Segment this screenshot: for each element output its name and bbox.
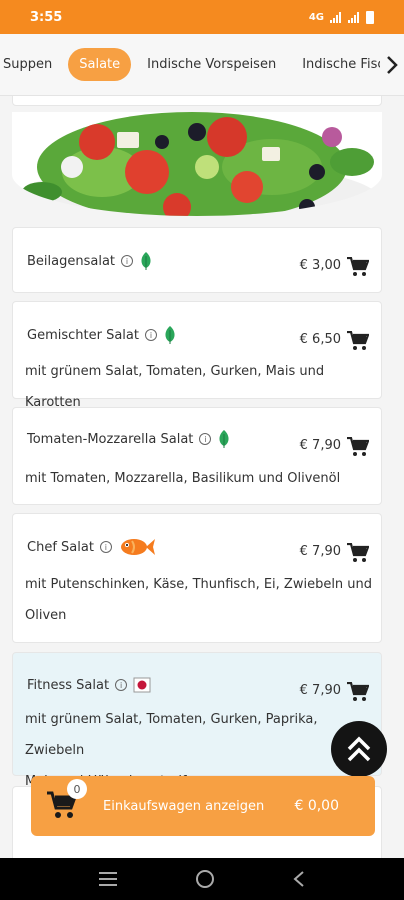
system-nav-bar xyxy=(0,858,404,900)
item-name: Chef Salat i xyxy=(27,536,156,558)
chevron-right-icon[interactable] xyxy=(380,34,404,95)
tab-indische-vorspeisen[interactable]: Indische Vorspeisen xyxy=(137,50,286,79)
double-chevron-up-icon xyxy=(347,736,371,762)
previous-card xyxy=(12,96,382,106)
item-name: Tomaten-Mozzarella Salat i xyxy=(27,430,231,448)
status-icons: 4G xyxy=(308,10,374,24)
item-price: € 3,00 xyxy=(299,258,341,273)
item-description-line: mit Tomaten, Mozzarella, Basilikum und O… xyxy=(25,471,341,486)
info-icon[interactable]: i xyxy=(99,541,112,553)
item-name-label: Gemischter Salat xyxy=(27,327,139,343)
item-price: € 7,90 xyxy=(299,438,341,453)
item-description: mit Putenschinken, Käse, Thunfisch, Ei, … xyxy=(25,569,375,631)
add-to-cart-icon[interactable] xyxy=(347,257,369,277)
item-name-label: Tomaten-Mozzarella Salat xyxy=(27,431,194,447)
leaf-icon xyxy=(141,252,151,270)
status-bar: 3:55 4G xyxy=(0,0,404,34)
menu-icon[interactable] xyxy=(98,871,118,887)
item-name: Beilagensalat i xyxy=(27,252,153,270)
item-description-line: mit Putenschinken, Käse, Thunfisch, Ei, … xyxy=(25,577,373,592)
info-icon[interactable]: i xyxy=(199,433,212,445)
item-name: Fitness Salat i xyxy=(27,677,151,693)
status-time: 3:55 xyxy=(30,9,63,25)
info-icon[interactable]: i xyxy=(121,255,134,267)
scroll-to-top-button[interactable] xyxy=(331,721,387,777)
item-description: mit Tomaten, Mozzarella, Basilikum und O… xyxy=(25,463,375,494)
leaf-icon xyxy=(165,326,175,344)
menu-item-fitness-salat[interactable]: Fitness Salat i € 7,90 mit grünem Salat,… xyxy=(12,652,382,789)
info-icon[interactable]: i xyxy=(144,329,157,341)
item-name-label: Chef Salat xyxy=(27,539,94,555)
item-price: € 7,90 xyxy=(299,544,341,559)
item-price: € 7,90 xyxy=(299,683,341,698)
view-cart-button[interactable]: 0 Einkaufswagen anzeigen € 0,00 xyxy=(31,776,375,836)
item-description-line: mit grünem Salat, Tomaten, Gurken, Papri… xyxy=(25,712,318,758)
tab-salate[interactable]: Salate xyxy=(68,48,132,81)
menu-item-chef-salat[interactable]: Chef Salat i € 7,90 mit Putenschinken, K… xyxy=(12,513,382,643)
cart-count-badge: 0 xyxy=(67,779,87,799)
signal-icon-2 xyxy=(348,11,359,23)
tab-suppen[interactable]: Suppen xyxy=(0,50,62,79)
info-icon[interactable]: i xyxy=(115,679,128,691)
basket: 0 xyxy=(47,779,87,821)
battery-icon xyxy=(366,10,374,24)
view-cart-label: Einkaufswagen anzeigen xyxy=(103,798,265,814)
add-to-cart-icon[interactable] xyxy=(347,331,369,351)
menu-item-beilagensalat[interactable]: Beilagensalat i € 3,00 xyxy=(12,227,382,293)
item-description-line: Oliven xyxy=(25,608,67,623)
cart-total: € 0,00 xyxy=(294,798,339,814)
item-name-label: Fitness Salat xyxy=(27,677,110,693)
back-icon[interactable] xyxy=(292,870,306,888)
network-label: 4G xyxy=(308,11,324,23)
add-to-cart-icon[interactable] xyxy=(347,543,369,563)
add-to-cart-icon[interactable] xyxy=(347,437,369,457)
meat-icon xyxy=(133,677,151,693)
menu-item-gemischter-salat[interactable]: Gemischter Salat i € 6,50 mit grünem Sal… xyxy=(12,301,382,410)
category-tabs: Suppen Salate Indische Vorspeisen Indisc… xyxy=(0,34,404,96)
add-to-cart-icon[interactable] xyxy=(347,682,369,702)
fish-icon xyxy=(120,539,155,555)
menu-item-tomaten-mozzarella-salat[interactable]: Tomaten-Mozzarella Salat i € 7,90 mit To… xyxy=(12,407,382,505)
item-name-label: Beilagensalat xyxy=(27,253,116,269)
signal-icon xyxy=(330,11,341,23)
leaf-icon xyxy=(219,430,229,448)
home-icon[interactable] xyxy=(195,869,215,889)
salad-image xyxy=(12,112,382,216)
item-price: € 6,50 xyxy=(299,332,341,347)
item-name: Gemischter Salat i xyxy=(27,326,177,344)
